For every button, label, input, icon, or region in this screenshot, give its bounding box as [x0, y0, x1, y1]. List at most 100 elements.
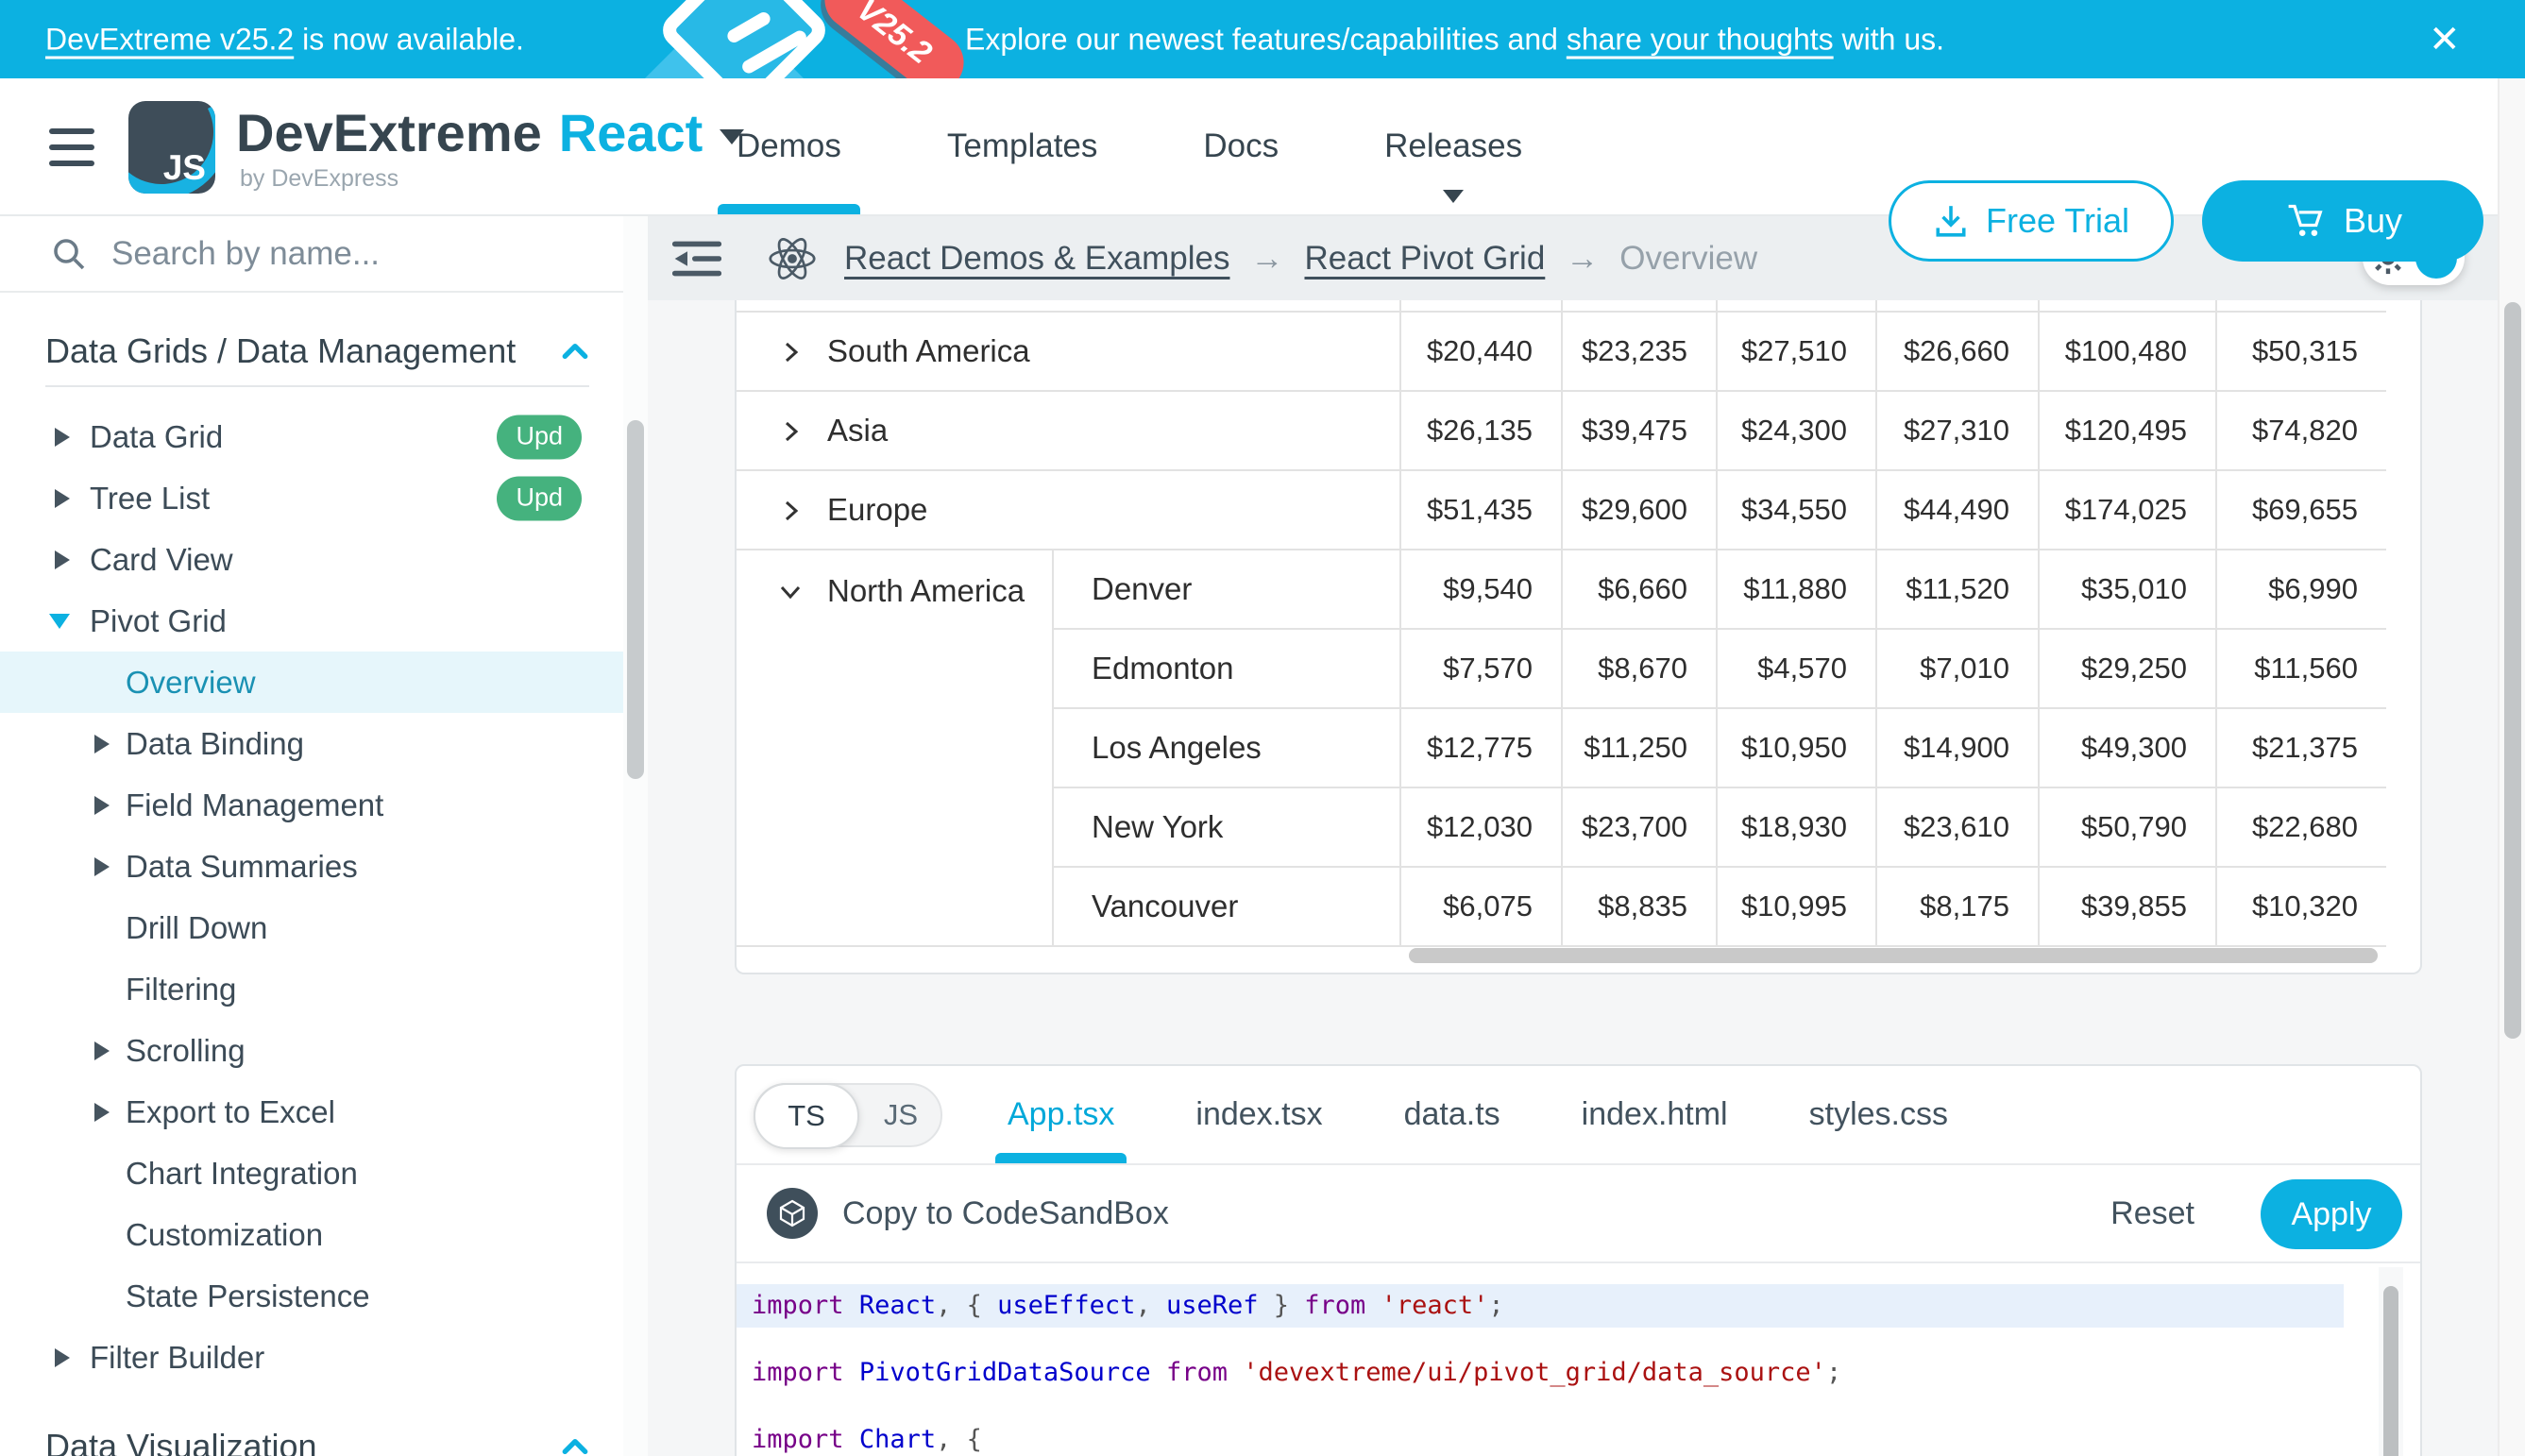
table-horizontal-scrollbar[interactable]: [1409, 948, 2378, 963]
sidebar-item-state-persistence[interactable]: State Persistence: [0, 1265, 623, 1327]
cell-value: $27,510: [1717, 312, 1876, 391]
cell-value: $39,475: [1562, 391, 1717, 470]
codesandbox-icon[interactable]: [767, 1188, 818, 1239]
sidebar-item-data-binding[interactable]: Data Binding: [0, 713, 623, 774]
code-scrollbar[interactable]: [2379, 1267, 2403, 1456]
language-toggle-ts[interactable]: TS: [754, 1083, 859, 1149]
tab-data-ts[interactable]: data.ts: [1364, 1066, 1541, 1163]
tree-expand-icon[interactable]: [94, 857, 110, 876]
cell-value: $39,855: [2039, 867, 2216, 946]
code-editor[interactable]: import React, { useEffect, useRef } from…: [737, 1263, 2420, 1456]
brand-block[interactable]: DevExtreme React by DevExpress: [236, 107, 744, 193]
section-data-visualization[interactable]: Data Visualization: [45, 1416, 589, 1456]
tree-collapse-icon[interactable]: [49, 614, 70, 629]
tree-expand-icon[interactable]: [94, 796, 110, 815]
cell-value: $21,375: [2216, 708, 2386, 787]
sidebar-item-filtering[interactable]: Filtering: [0, 958, 623, 1020]
sidebar-scrollbar-thumb[interactable]: [627, 420, 644, 779]
tree-expand-icon[interactable]: [55, 550, 70, 569]
cell-value: $120,495: [2039, 391, 2216, 470]
sidebar-item-filter-builder[interactable]: Filter Builder: [0, 1327, 623, 1388]
code-tabs-row: TS JS App.tsx index.tsx data.ts index.ht…: [737, 1066, 2420, 1165]
devextreme-logo[interactable]: JS: [128, 101, 215, 194]
main-content: South America $20,440 $23,235 $27,510 $2…: [648, 300, 2498, 1456]
cell-value: $26,660: [1876, 312, 2039, 391]
cell-value: $26,135: [1400, 391, 1562, 470]
row-header-asia[interactable]: Asia: [737, 391, 1400, 470]
tree-expand-icon[interactable]: [55, 428, 70, 447]
cell-value: $7,570: [1400, 629, 1562, 708]
tab-index-html[interactable]: index.html: [1541, 1066, 1769, 1163]
cell-value: $23,610: [1876, 787, 2039, 867]
banner-message: Explore our newest features/capabilities…: [965, 22, 1944, 57]
hamburger-menu-icon[interactable]: [49, 128, 94, 166]
language-toggle-js[interactable]: JS: [884, 1085, 918, 1145]
share-thoughts-link[interactable]: share your thoughts: [1567, 22, 1834, 56]
breadcrumb-current: Overview: [1619, 240, 1757, 278]
row-header-south-america[interactable]: South America: [737, 312, 1400, 391]
announcement-banner: DevExtreme v25.2 is now available. V25.2…: [0, 0, 2525, 78]
cell-value: $23,235: [1562, 312, 1717, 391]
breadcrumb-root-link[interactable]: React Demos & Examples: [844, 240, 1229, 278]
sidebar-item-pivot-grid[interactable]: Pivot Grid: [0, 590, 623, 652]
apply-button[interactable]: Apply: [2261, 1179, 2402, 1249]
tab-app-tsx[interactable]: App.tsx: [967, 1066, 1155, 1163]
reset-button[interactable]: Reset: [2110, 1195, 2195, 1232]
nav-releases[interactable]: Releases: [1331, 78, 1575, 214]
tree-expand-icon[interactable]: [55, 489, 70, 508]
copy-to-codesandbox-link[interactable]: Copy to CodeSandBox: [842, 1195, 1169, 1232]
framework-selector[interactable]: React: [559, 107, 703, 160]
tree-expand-icon[interactable]: [94, 1041, 110, 1060]
table-row: South America $20,440 $23,235 $27,510 $2…: [737, 312, 2386, 391]
sidebar-item-drill-down[interactable]: Drill Down: [0, 897, 623, 958]
sidebar-item-data-grid[interactable]: Data GridUpd: [0, 406, 623, 467]
sidebar-search[interactable]: [0, 216, 623, 293]
tab-styles-css[interactable]: styles.css: [1769, 1066, 1989, 1163]
code-toolbar: Copy to CodeSandBox Reset Apply: [737, 1165, 2420, 1263]
cell-value: $10,950: [1717, 708, 1876, 787]
sidebar-scrollbar[interactable]: [623, 216, 648, 1456]
chevron-right-icon: [776, 497, 805, 525]
cell-value: $51,435: [1400, 470, 1562, 550]
tree-expand-icon[interactable]: [55, 1348, 70, 1367]
row-header-north-america[interactable]: North America: [737, 550, 1053, 946]
cell-value: $11,250: [1562, 708, 1717, 787]
row-header-city: Denver: [1053, 550, 1400, 629]
tree-expand-icon[interactable]: [94, 735, 110, 753]
sidebar-item-data-summaries[interactable]: Data Summaries: [0, 836, 623, 897]
sidebar: Data Grids / Data Management Data GridUp…: [0, 216, 623, 1456]
cell-value: $29,250: [2039, 629, 2216, 708]
nav-demos[interactable]: Demos: [684, 78, 894, 214]
collapse-sidebar-icon[interactable]: [672, 238, 721, 279]
search-input[interactable]: [111, 235, 527, 273]
tree-expand-icon[interactable]: [94, 1103, 110, 1122]
sidebar-item-chart-integration[interactable]: Chart Integration: [0, 1143, 623, 1204]
code-scrollbar-thumb[interactable]: [2383, 1286, 2398, 1456]
sidebar-item-customization[interactable]: Customization: [0, 1204, 623, 1265]
sidebar-item-tree-list[interactable]: Tree ListUpd: [0, 467, 623, 529]
sidebar-item-overview[interactable]: Overview: [0, 652, 623, 713]
row-header-europe[interactable]: Europe: [737, 470, 1400, 550]
breadcrumb-section-link[interactable]: React Pivot Grid: [1304, 240, 1545, 278]
page-scrollbar[interactable]: [2498, 78, 2525, 1456]
nav-templates[interactable]: Templates: [894, 78, 1151, 214]
free-trial-button[interactable]: Free Trial: [1889, 180, 2174, 262]
chevron-up-icon: [561, 341, 589, 362]
chevron-down-icon: [776, 578, 805, 606]
section-data-grids[interactable]: Data Grids / Data Management: [45, 321, 589, 381]
cell-value: $100,480: [2039, 312, 2216, 391]
page-scrollbar-thumb[interactable]: [2504, 302, 2521, 1039]
close-icon[interactable]: ✕: [2429, 21, 2461, 59]
cell-value: $35,010: [2039, 550, 2216, 629]
banner-release-link[interactable]: DevExtreme v25.2: [45, 22, 294, 56]
sidebar-item-field-management[interactable]: Field Management: [0, 774, 623, 836]
tab-index-tsx[interactable]: index.tsx: [1155, 1066, 1363, 1163]
react-icon: [767, 235, 818, 282]
cell-value: $29,600: [1562, 470, 1717, 550]
language-toggle[interactable]: TS JS: [754, 1083, 942, 1147]
sidebar-item-card-view[interactable]: Card View: [0, 529, 623, 590]
sidebar-item-scrolling[interactable]: Scrolling: [0, 1020, 623, 1081]
buy-button[interactable]: Buy: [2202, 180, 2483, 262]
nav-docs[interactable]: Docs: [1150, 78, 1331, 214]
sidebar-item-export-to-excel[interactable]: Export to Excel: [0, 1081, 623, 1143]
